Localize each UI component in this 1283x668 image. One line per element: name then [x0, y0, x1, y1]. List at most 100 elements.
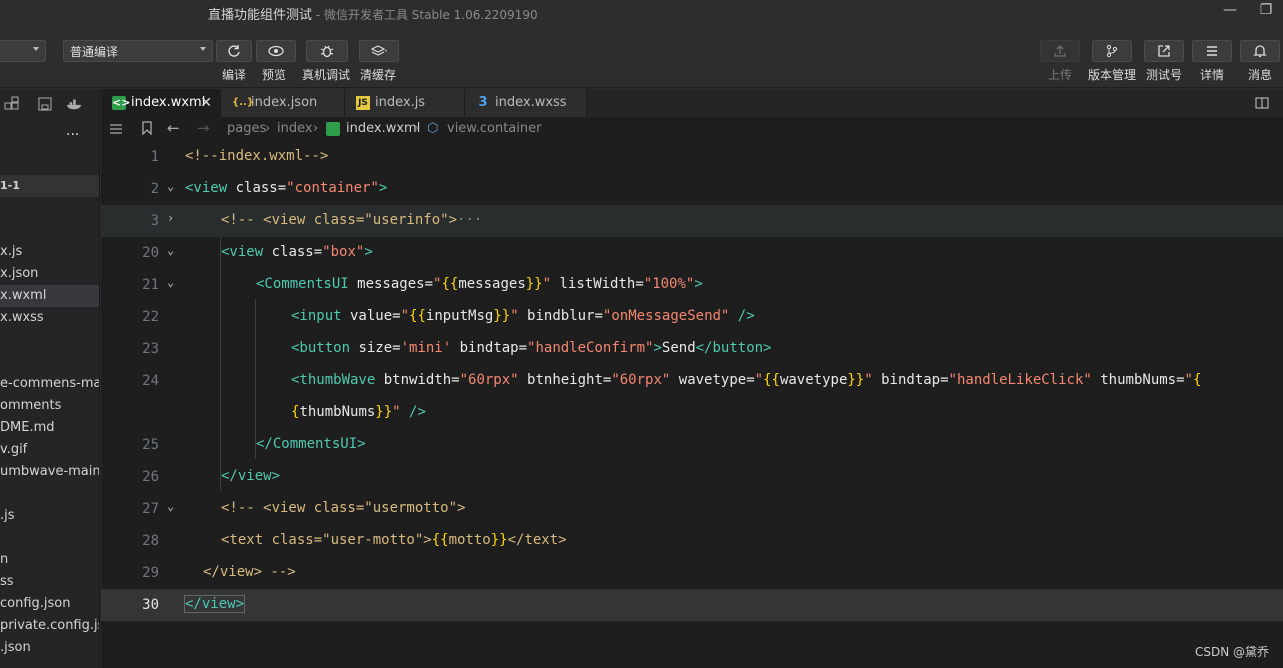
line-number: 27: [142, 501, 159, 517]
line-number: 24: [142, 373, 159, 389]
app-subtitle: - 微信开发者工具 Stable 1.06.2209190: [312, 8, 538, 22]
line-number: 1: [150, 149, 159, 165]
tab-index-js[interactable]: JS index.js: [345, 89, 465, 117]
chevron-down-icon[interactable]: ⌄: [167, 179, 174, 193]
file-item[interactable]: .json: [0, 637, 99, 659]
line-number: 26: [142, 469, 159, 485]
breadcrumb-pages[interactable]: pages: [227, 121, 266, 136]
code-line-current[interactable]: 30 </view>: [101, 589, 1283, 621]
back-icon[interactable]: ←: [167, 119, 180, 137]
code-line[interactable]: 3 › <!-- <view class="userinfo">···: [101, 205, 1283, 237]
compile-button[interactable]: [216, 40, 252, 62]
messages-button[interactable]: [1240, 40, 1280, 62]
chevron-right-icon: ›: [313, 121, 319, 136]
upload-button[interactable]: [1040, 40, 1080, 62]
code-text: </view>: [221, 468, 281, 484]
code-line[interactable]: 20 ⌄ <view class="box">: [101, 237, 1283, 269]
details-label: 详情: [1200, 68, 1225, 82]
refresh-icon: [228, 45, 240, 57]
close-icon[interactable]: ✕: [200, 89, 212, 117]
bookmark-icon[interactable]: [141, 121, 153, 135]
code-line[interactable]: 26 </view>: [101, 461, 1283, 493]
file-item[interactable]: .js: [0, 505, 99, 527]
split-editor-icon[interactable]: [1255, 97, 1269, 109]
file-item[interactable]: x.wxss: [0, 307, 99, 329]
code-line[interactable]: 1 <!--index.wxml-->: [101, 141, 1283, 173]
file-item[interactable]: x.js: [0, 241, 99, 263]
compile-mode-select[interactable]: 普通编译: [63, 40, 213, 62]
tab-index-json[interactable]: {..} index.json: [221, 89, 345, 117]
file-item-selected[interactable]: x.wxml: [0, 285, 99, 307]
clear-cache-label: 清缓存: [360, 68, 397, 82]
list-icon[interactable]: [109, 123, 123, 135]
code-line[interactable]: 25 </CommentsUI>: [101, 429, 1283, 461]
code-line[interactable]: 22 <input value="{{inputMsg}}" bindblur=…: [101, 301, 1283, 333]
folder-item[interactable]: e-commens-ma...: [0, 373, 99, 395]
bell-icon: [1253, 45, 1267, 58]
more-actions-button[interactable]: ...: [66, 123, 79, 139]
code-line[interactable]: 21 ⌄ <CommentsUI messages="{{messages}}"…: [101, 269, 1283, 301]
breadcrumb-file[interactable]: index.wxml: [346, 121, 420, 136]
tab-index-wxml[interactable]: <> index.wxml ✕: [101, 89, 221, 117]
file-item[interactable]: DME.md: [0, 417, 99, 439]
folder-item[interactable]: umbwave-main: [0, 461, 99, 483]
tab-label: index.wxml: [131, 95, 206, 110]
file-item[interactable]: ss: [0, 571, 99, 593]
container-icon[interactable]: [66, 96, 82, 112]
breadcrumb-symbol[interactable]: view.container: [447, 121, 541, 136]
code-editor[interactable]: 1 <!--index.wxml--> 2 ⌄ <view class="con…: [101, 141, 1283, 668]
explorer-header: [0, 89, 99, 119]
chevron-right-icon: ›: [265, 121, 271, 136]
chevron-down-icon[interactable]: ⌄: [167, 499, 174, 513]
code-line[interactable]: 27 ⌄ <!-- <view class="usermotto">: [101, 493, 1283, 525]
file-item[interactable]: config.json: [0, 593, 99, 615]
details-button[interactable]: [1192, 40, 1232, 62]
code-line[interactable]: 29 </view> -->: [101, 557, 1283, 589]
chevron-right-icon[interactable]: ›: [167, 211, 174, 225]
tab-index-wxss[interactable]: 3 index.wxss: [465, 89, 587, 117]
code-line[interactable]: 24 <thumbWave btnwidth="60rpx" btnheight…: [101, 365, 1283, 397]
save-icon[interactable]: [37, 96, 53, 112]
remote-debug-button[interactable]: [306, 40, 348, 62]
compile-label: 编译: [222, 68, 247, 82]
mode-dropdown[interactable]: [0, 40, 46, 62]
wxml-file-icon: [326, 122, 340, 136]
preview-button[interactable]: [256, 40, 296, 62]
line-number: 23: [142, 341, 159, 357]
chevron-down-icon: [33, 47, 39, 51]
code-text: <CommentsUI messages="{{messages}}" list…: [256, 276, 703, 292]
file-item[interactable]: n: [0, 549, 99, 571]
code-line[interactable]: 28 <text class="user-motto">{{motto}}</t…: [101, 525, 1283, 557]
breadcrumb-index[interactable]: index: [277, 121, 313, 136]
file-item[interactable]: v.gif: [0, 439, 99, 461]
upload-icon: [1054, 45, 1066, 57]
forward-icon[interactable]: →: [197, 119, 210, 137]
line-number: 22: [142, 309, 159, 325]
chevron-down-icon[interactable]: ⌄: [167, 275, 174, 289]
file-item[interactable]: private.config.js...: [0, 615, 99, 637]
title-bar: 直播功能组件测试 - 微信开发者工具 Stable 1.06.2209190 —…: [0, 0, 1283, 26]
code-text: <view class="box">: [221, 244, 373, 260]
line-number: 3: [150, 213, 159, 229]
minimize-button[interactable]: —: [1216, 2, 1244, 22]
file-item[interactable]: x.json: [0, 263, 99, 285]
clear-cache-button[interactable]: [359, 40, 399, 62]
code-text: <view class="container">: [185, 180, 388, 196]
version-control-button[interactable]: [1092, 40, 1132, 62]
widgets-icon[interactable]: [4, 96, 20, 112]
folder-item[interactable]: omments: [0, 395, 99, 417]
branch-icon: [1106, 44, 1118, 58]
bug-icon: [320, 45, 334, 58]
explorer-panel: ... 1-1 x.js x.json x.wxml x.wxss e-comm…: [0, 89, 100, 668]
chevron-down-icon[interactable]: ⌄: [167, 243, 174, 257]
code-line[interactable]: 2 ⌄ <view class="container">: [101, 173, 1283, 205]
line-number: 2: [150, 181, 159, 197]
folder-header[interactable]: 1-1: [0, 175, 99, 197]
restore-button[interactable]: ❐: [1252, 2, 1280, 22]
code-text: <button size='mini' bindtap="handleConfi…: [291, 340, 772, 356]
line-number: 30: [142, 597, 159, 613]
test-account-button[interactable]: [1144, 40, 1184, 62]
tab-label: index.wxss: [495, 95, 567, 110]
code-line[interactable]: 23 <button size='mini' bindtap="handleCo…: [101, 333, 1283, 365]
code-line-wrap[interactable]: {thumbNums}}" />: [101, 397, 1283, 429]
